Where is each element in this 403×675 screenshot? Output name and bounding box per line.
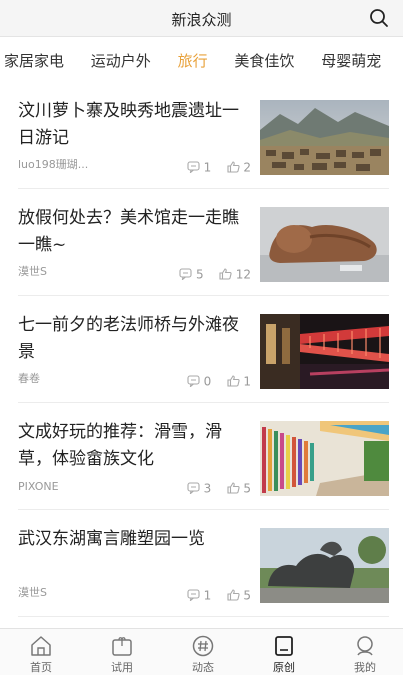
gift-icon <box>112 637 132 656</box>
top-bar: 新浪众测 <box>0 0 403 37</box>
article-stats: 3 5 <box>187 481 251 495</box>
category-tab-food[interactable]: 美食佳饮 <box>234 50 294 71</box>
article-item[interactable]: 汶川萝卜寨及映秀地震遗址一日游记 luo198珊瑚... 1 2 <box>0 82 403 189</box>
category-tab-baby-pets[interactable]: 母婴萌宠 <box>321 50 381 71</box>
article-title[interactable]: 文成好玩的推荐：滑雪，滑草，体验畲族文化 <box>18 419 248 473</box>
article-thumbnail[interactable] <box>260 421 389 496</box>
article-stats: 5 12 <box>179 267 251 281</box>
category-tab-sports[interactable]: 运动户外 <box>91 50 151 71</box>
article-stats: 1 5 <box>187 588 251 602</box>
like-icon <box>226 482 240 494</box>
like-count: 12 <box>235 267 251 281</box>
tab-home[interactable]: 首页 <box>1 629 81 675</box>
article-author[interactable]: luo198珊瑚... <box>18 156 88 172</box>
article-item[interactable]: 七一前夕的老法师桥与外滩夜景 春卷 0 1 <box>0 296 403 403</box>
tab-trial[interactable]: 试用 <box>82 629 162 675</box>
article-thumbnail[interactable] <box>260 314 389 389</box>
article-stats: 1 2 <box>187 160 251 174</box>
profile-icon <box>357 636 373 656</box>
comment-count: 1 <box>203 160 212 174</box>
hashtag-icon <box>192 635 214 657</box>
article-author[interactable]: 漠世S <box>18 584 47 600</box>
like-count: 5 <box>243 481 251 495</box>
comment-icon <box>187 161 200 174</box>
tab-feed-label: 动态 <box>192 661 214 674</box>
tab-trial-label: 试用 <box>111 661 133 674</box>
home-icon <box>31 636 51 656</box>
divider <box>18 616 389 617</box>
bottom-tab-bar: 首页 试用 动态 原创 我的 <box>0 628 403 675</box>
article-author[interactable]: 漠世S <box>18 263 47 279</box>
app-title: 新浪众测 <box>171 11 232 29</box>
comment-count: 0 <box>203 374 212 388</box>
article-title[interactable]: 汶川萝卜寨及映秀地震遗址一日游记 <box>18 98 248 152</box>
category-tab-home[interactable]: 家居家电 <box>4 50 64 71</box>
article-thumbnail[interactable] <box>260 100 389 175</box>
tab-feed[interactable]: 动态 <box>163 629 243 675</box>
comment-icon <box>187 482 200 495</box>
article-item[interactable]: 放假何处去？美术馆走一走瞧一瞧~ 漠世S 5 12 <box>0 189 403 296</box>
article-item[interactable]: 文成好玩的推荐：滑雪，滑草，体验畲族文化 PIXONE 3 5 <box>0 403 403 510</box>
tab-original[interactable]: 原创 <box>244 629 324 675</box>
article-title[interactable]: 放假何处去？美术馆走一走瞧一瞧~ <box>18 205 248 259</box>
article-stats: 0 1 <box>187 374 251 388</box>
article-thumbnail[interactable] <box>260 528 389 603</box>
category-tab-travel[interactable]: 旅行 <box>178 50 208 71</box>
like-count: 5 <box>243 588 251 602</box>
article-author[interactable]: 春卷 <box>18 370 40 386</box>
article-title[interactable]: 七一前夕的老法师桥与外滩夜景 <box>18 312 248 366</box>
like-count: 1 <box>243 374 251 388</box>
article-author[interactable]: PIXONE <box>18 480 59 493</box>
comment-count: 5 <box>195 267 204 281</box>
comment-icon <box>179 268 192 281</box>
tab-home-label: 首页 <box>30 661 52 674</box>
comment-count: 1 <box>203 588 212 602</box>
document-icon <box>275 636 293 656</box>
article-title[interactable]: 武汉东湖寓言雕塑园一览 <box>18 526 248 553</box>
like-icon <box>219 268 232 280</box>
tab-original-label: 原创 <box>273 661 295 674</box>
comment-icon <box>187 589 200 602</box>
like-icon <box>226 589 240 601</box>
like-icon <box>226 375 240 387</box>
like-count: 2 <box>243 160 251 174</box>
category-tabs: 家居家电 运动户外 旅行 美食佳饮 母婴萌宠 <box>0 37 403 81</box>
comment-icon <box>187 375 200 388</box>
article-item[interactable]: 武汉东湖寓言雕塑园一览 漠世S 1 5 <box>0 510 403 617</box>
like-icon <box>226 161 240 173</box>
tab-me-label: 我的 <box>354 661 376 674</box>
tab-me[interactable]: 我的 <box>325 629 403 675</box>
comment-count: 3 <box>203 481 212 495</box>
article-thumbnail[interactable] <box>260 207 389 282</box>
search-icon[interactable] <box>369 8 389 28</box>
